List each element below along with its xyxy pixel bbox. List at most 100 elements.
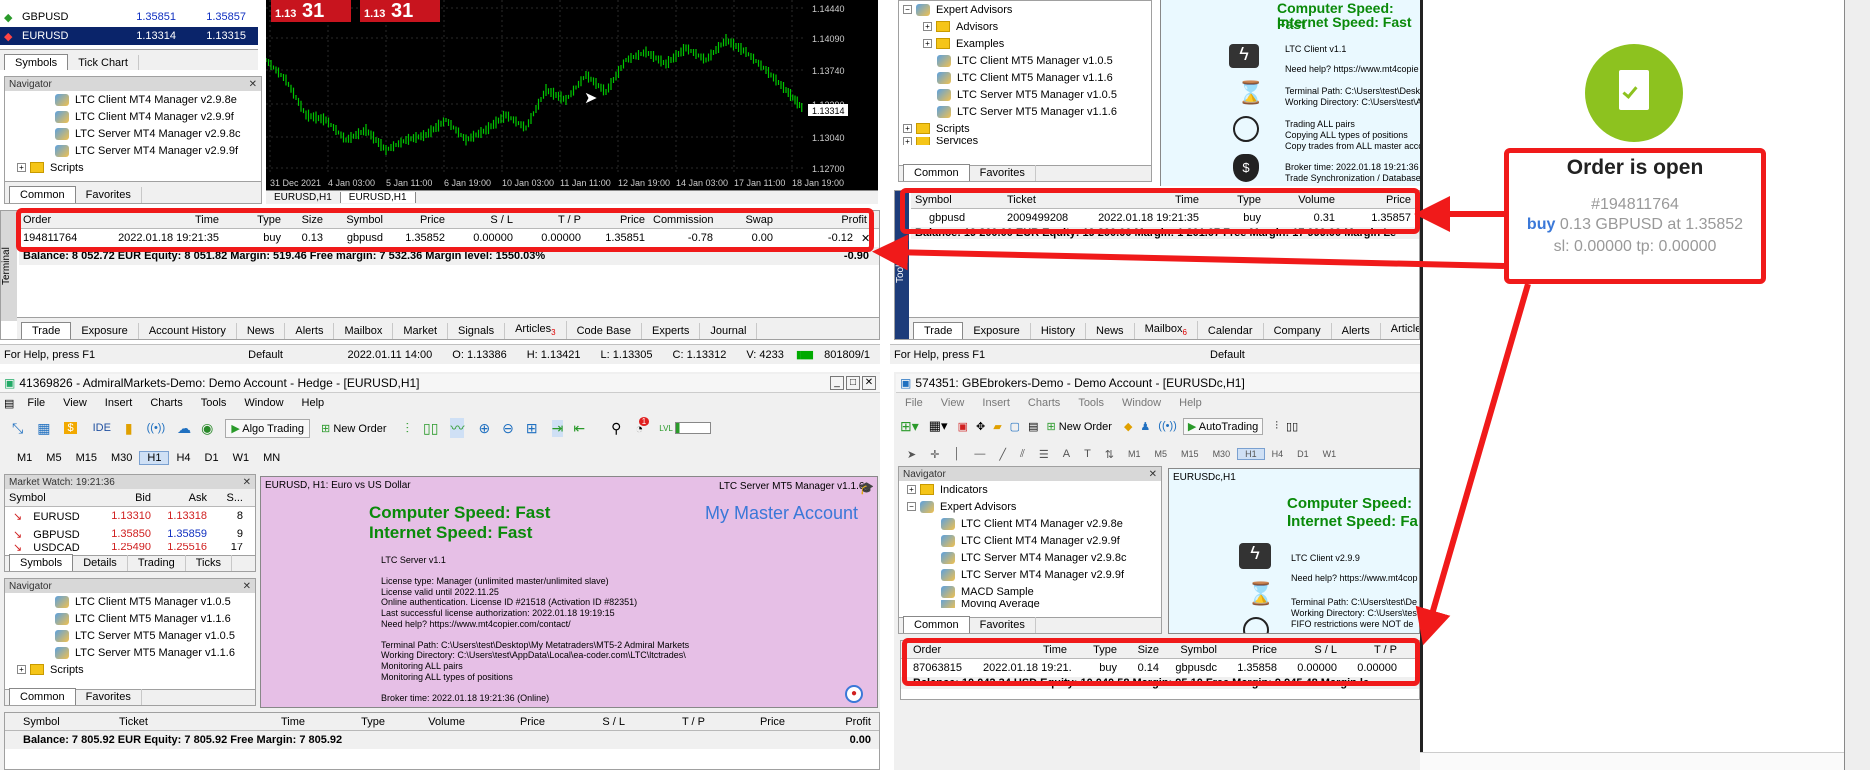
navigator-item[interactable]: LTC Server MT5 Manager v1.1.6 [5,644,255,661]
menu-view[interactable]: View [54,397,96,409]
new-chart-icon[interactable]: ⊞▾ [900,418,919,435]
menu-file[interactable]: File [896,397,932,409]
menu-charts[interactable]: Charts [1019,397,1069,409]
tab-company[interactable]: Company [1264,323,1332,339]
channel-icon[interactable]: ⫽ [1013,448,1032,461]
tab-favorites[interactable]: Favorites [970,617,1036,633]
line-chart-icon[interactable]: 〰 [450,418,465,438]
ea-chart[interactable]: EURUSDc,H1 Computer Speed: I Internet Sp… [1168,468,1420,634]
table-row[interactable]: 87063815 2022.01.18 19:21... buy 0.14 gb… [901,659,1419,677]
close-icon[interactable]: ✕ [243,477,251,488]
profiles-icon[interactable]: ▦ [37,420,50,437]
expand-icon[interactable]: + [907,485,916,494]
expand-icon[interactable]: − [907,502,916,511]
close-icon[interactable]: ✕ [857,232,871,245]
navigator-item[interactable]: + Scripts [899,120,1151,137]
tab-exposure[interactable]: Exposure [71,323,139,339]
arrows-icon[interactable]: ⇅ [1098,448,1121,461]
notifications-icon[interactable]: ◔ 1 [635,416,650,436]
col-header[interactable]: Volume [389,716,469,728]
col-header[interactable]: Volume [1265,194,1339,206]
tf-m15[interactable]: M15 [69,452,104,464]
cursor-icon[interactable]: ➤ [900,448,923,461]
profiles-icon[interactable]: ▦▾ [929,418,948,434]
search-icon[interactable]: ⚲ [611,420,621,437]
price-chart[interactable]: 1.144401.140901.137401.133901.133141.130… [266,0,878,204]
col-header[interactable]: Price [469,716,549,728]
expand-icon[interactable]: + [923,39,932,48]
col-header[interactable]: Price [709,716,789,728]
menu-window[interactable]: Window [235,397,292,409]
crosshair-icon[interactable]: ✥ [976,420,985,433]
tf-m5[interactable]: M5 [39,452,68,464]
tab-favorites[interactable]: Favorites [970,165,1036,181]
menu-insert[interactable]: Insert [973,397,1019,409]
tab-details[interactable]: Details [73,555,128,571]
app-menu-icon[interactable]: ▤ [0,397,18,410]
tab-symbols[interactable]: Symbols [4,54,69,70]
tab-alerts[interactable]: Alerts [1332,323,1381,339]
col-header[interactable]: Price [1221,644,1281,656]
col-header[interactable]: Time [1075,194,1203,206]
col-header[interactable]: Ticket [115,716,225,728]
expand-icon[interactable]: + [903,137,912,145]
menu-insert[interactable]: Insert [96,397,142,409]
tab-common[interactable]: Common [9,688,76,705]
navigator-item[interactable]: LTC Server MT4 Manager v2.9.8c [899,549,1161,566]
user-icon[interactable]: ♟ [1140,420,1150,433]
signal-icon[interactable]: ((•)) [147,422,166,434]
tf-m30[interactable]: M30 [1206,449,1238,459]
tab-calendar[interactable]: Calendar [1198,323,1264,339]
navigator-item[interactable]: LTC Server MT5 Manager v1.0.5 [5,627,255,644]
tab-signals[interactable]: Signals [448,323,506,339]
market-icon[interactable]: ▣ [958,420,968,433]
status-profile[interactable]: Default [1200,349,1255,361]
navigator-item[interactable]: Moving Average [899,600,1161,608]
tab-common[interactable]: Common [9,186,76,203]
tf-h4[interactable]: H4 [169,452,197,464]
expand-icon[interactable]: − [903,5,912,14]
tab-exposure[interactable]: Exposure [963,323,1031,339]
tf-h4[interactable]: H4 [1265,449,1291,459]
vline-icon[interactable]: │ [946,448,967,460]
new-order-button[interactable]: ⊞ New Order [1046,420,1111,433]
col-header[interactable]: S / L [1281,644,1341,656]
table-row[interactable]: ↘ EURUSD 1.13310 1.13318 8 [5,507,255,525]
menu-tools[interactable]: Tools [192,397,236,409]
col-header[interactable]: Swap [717,214,777,226]
tab-trade[interactable]: Trade [21,322,72,339]
new-order-button[interactable]: ⊞ New Order [316,420,391,437]
text-icon[interactable]: A [1056,448,1077,460]
navigator-item[interactable]: LTC Client MT4 Manager v2.9.9f [5,108,261,125]
tab-history[interactable]: History [1031,323,1087,339]
navigator-item[interactable]: + Scripts [5,159,261,176]
maximize-button[interactable]: □ [846,376,860,390]
tf-d1[interactable]: D1 [198,452,226,464]
expand-icon[interactable]: + [923,22,932,31]
navigator-item[interactable]: LTC Server MT4 Manager v2.9.8c [5,125,261,142]
tab-articles[interactable]: Articles3 [1381,321,1419,339]
tf-mn[interactable]: MN [256,452,287,464]
expand-icon[interactable]: + [17,665,26,674]
bar-chart-icon[interactable]: ⫶ [406,420,410,437]
history-icon[interactable]: ▤ [1028,420,1038,433]
navigator-item[interactable]: LTC Server MT5 Manager v1.0.5 [899,86,1151,103]
col-header[interactable]: Time [107,214,223,226]
new-chart-icon[interactable]: ⤡ [12,420,23,437]
col-header[interactable]: Type [309,716,389,728]
minimize-button[interactable]: _ [830,376,844,390]
col-header[interactable]: S / L [449,214,517,226]
col-header[interactable]: S... [211,492,247,504]
col-header[interactable]: Symbol [5,716,115,728]
strategy-icon[interactable]: ◆ [1124,420,1132,433]
table-row[interactable]: ◆ EURUSD 1.13314 1.13315 [0,27,258,45]
col-header[interactable]: Ticket [1003,194,1075,206]
ea-chart[interactable]: EURUSD, H1: Euro vs US Dollar LTC Server… [260,476,878,708]
tab-ticks[interactable]: Ticks [186,555,232,571]
tab-common[interactable]: Common [903,616,970,633]
menu-tools[interactable]: Tools [1069,397,1113,409]
autoscroll-icon[interactable]: ⇥ [551,419,564,437]
expand-icon[interactable]: + [903,124,912,133]
tab-trade[interactable]: Trade [913,322,964,339]
col-header[interactable]: Time [979,644,1071,656]
